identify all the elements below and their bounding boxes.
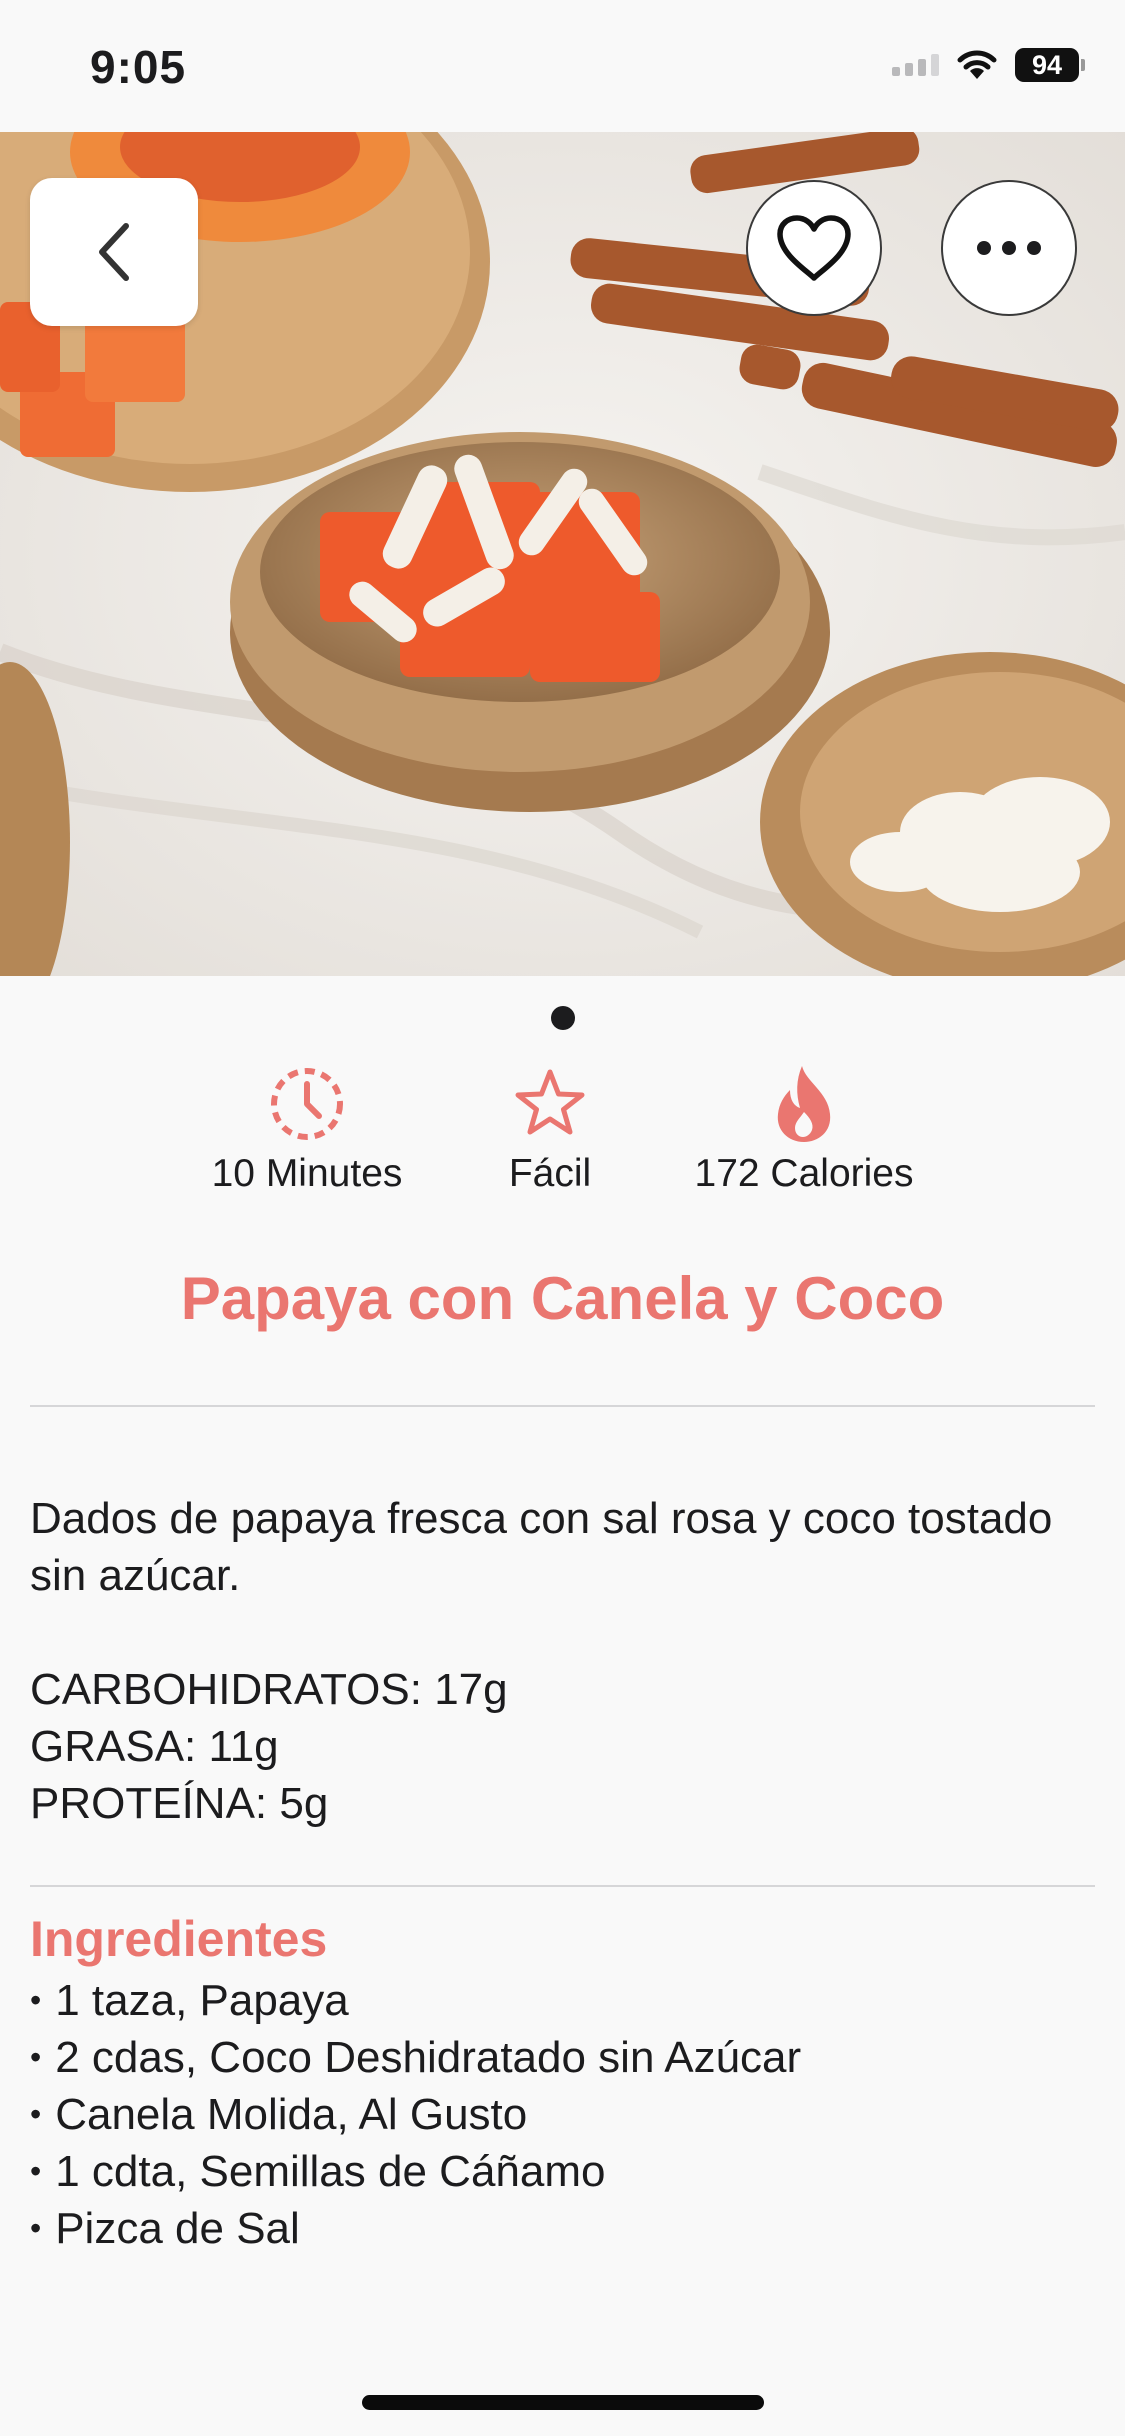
ingredient-item: 2 cdas, Coco Deshidratado sin Azúcar: [30, 2029, 801, 2086]
stat-time: 10 Minutes: [202, 1062, 412, 1196]
heart-icon: [777, 215, 851, 281]
macro-protein: PROTEÍNA: 5g: [30, 1779, 329, 1828]
status-bar: 9:05 94: [0, 0, 1125, 132]
ingredients-heading: Ingredientes: [30, 1911, 328, 1967]
ingredient-item: 1 taza, Papaya: [30, 1972, 801, 2029]
stat-time-label: 10 Minutes: [211, 1152, 403, 1195]
divider: [30, 1405, 1095, 1407]
stat-calories-label: 172 Calories: [694, 1152, 914, 1195]
signal-icon: [892, 54, 939, 76]
wifi-icon: [957, 50, 997, 79]
more-options-button[interactable]: [941, 180, 1077, 316]
clock-icon: [271, 1068, 343, 1140]
battery-level: 94: [1015, 48, 1079, 82]
ingredient-item: 1 cdta, Semillas de Cáñamo: [30, 2143, 801, 2200]
flame-icon: [777, 1066, 831, 1142]
star-icon: [515, 1069, 585, 1135]
back-button[interactable]: [30, 178, 198, 326]
stat-difficulty-label: Fácil: [508, 1152, 592, 1195]
ingredient-item: Canela Molida, Al Gusto: [30, 2086, 801, 2143]
recipe-title: Papaya con Canela y Coco: [180, 1265, 945, 1332]
stat-difficulty: Fácil: [480, 1062, 620, 1196]
ingredients-list: 1 taza, Papaya 2 cdas, Coco Deshidratado…: [30, 1972, 801, 2257]
status-icons: 94: [892, 48, 1085, 82]
status-time: 9:05: [90, 41, 187, 93]
favorite-button[interactable]: [746, 180, 882, 316]
macro-carbs: CARBOHIDRATOS: 17g: [30, 1665, 508, 1714]
recipe-macros: CARBOHIDRATOS: 17g GRASA: 11g PROTEÍNA: …: [30, 1661, 508, 1832]
chevron-left-icon: [99, 223, 129, 281]
battery-icon: 94: [1015, 48, 1085, 82]
recipe-stats: 10 Minutes Fácil 172 Calories: [0, 1062, 1125, 1202]
ingredient-item: Pizca de Sal: [30, 2200, 801, 2257]
stat-calories: 172 Calories: [684, 1062, 924, 1196]
divider: [30, 1885, 1095, 1887]
home-indicator[interactable]: [362, 2395, 764, 2410]
page-indicator-dot: [551, 1006, 575, 1030]
recipe-hero-image: [0, 132, 1125, 976]
recipe-description: Dados de papaya fresca con sal rosa y co…: [30, 1494, 1053, 1600]
more-icon: [977, 241, 1041, 255]
macro-fat: GRASA: 11g: [30, 1722, 279, 1771]
